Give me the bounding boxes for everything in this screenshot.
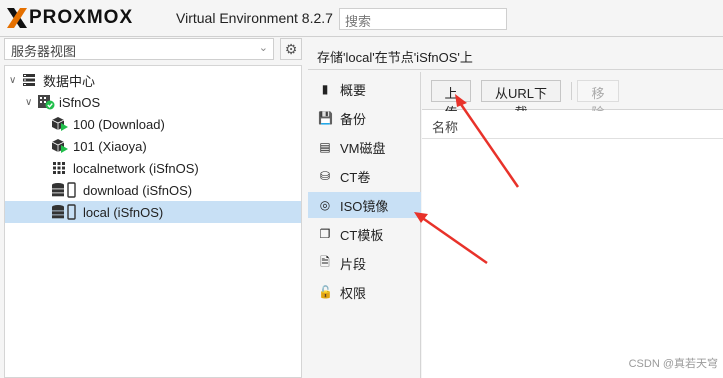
- menu-item-iso-images[interactable]: ◎ ISO镜像: [308, 192, 421, 218]
- network-grid-icon: [51, 160, 67, 176]
- page-title: 存储'local'在节点'iSfnOS'上: [308, 40, 723, 70]
- tree-node-vm-101[interactable]: 101 (Xiaoya): [51, 135, 301, 157]
- ct-volume-icon: ⛁: [319, 169, 331, 183]
- snippet-icon: 🗎: [320, 254, 330, 269]
- proxmox-x-icon: [6, 7, 28, 29]
- collapse-icon[interactable]: ∨: [9, 75, 21, 86]
- proxmox-logo[interactable]: PROXMOX: [6, 7, 133, 29]
- resource-panel: 服务器视图 ⌄ ⚙ ∨ 数据中心 ∨ iSfnOS 100 (Download): [0, 37, 305, 378]
- tree-node-isfnos[interactable]: ∨ iSfnOS: [25, 91, 301, 113]
- tree-node-label: download (iSfnOS): [83, 182, 193, 198]
- iso-content-panel: 上传 从URL下载 移除 名称 CSDN @真若天穹: [422, 72, 723, 378]
- column-header-name[interactable]: 名称: [422, 111, 723, 139]
- gear-icon[interactable]: ⚙: [280, 38, 302, 60]
- watermark-text: CSDN @真若天穹: [628, 358, 718, 370]
- menu-item-ct-volumes[interactable]: ⛁ CT卷: [308, 163, 421, 189]
- disc-icon: ◎: [319, 198, 331, 212]
- tree-node-label: 101 (Xiaoya): [73, 138, 147, 154]
- tree-node-label: iSfnOS: [59, 94, 101, 110]
- template-icon: ❐: [319, 227, 331, 241]
- tree-node-datacenter[interactable]: ∨ 数据中心: [9, 69, 301, 91]
- tree-node-localnetwork[interactable]: localnetwork (iSfnOS): [51, 157, 301, 179]
- toolbar-separator: [571, 82, 572, 100]
- remove-button[interactable]: 移除: [577, 80, 619, 120]
- upload-button[interactable]: 上传: [431, 80, 471, 120]
- resource-tree: ∨ 数据中心 ∨ iSfnOS 100 (Download) 101 (Xiao…: [4, 65, 302, 378]
- menu-item-ct-templates[interactable]: ❐ CT模板: [308, 221, 421, 247]
- product-version: Virtual Environment 8.2.7: [176, 10, 333, 26]
- menu-item-label: CT模板: [340, 227, 384, 243]
- vm-running-icon: [51, 138, 68, 154]
- menu-item-vm-disks[interactable]: ▤ VM磁盘: [308, 134, 421, 160]
- tree-node-label: localnetwork (iSfnOS): [73, 160, 199, 176]
- menu-item-label: ISO镜像: [340, 198, 389, 214]
- chevron-down-icon: ⌄: [258, 42, 268, 54]
- node-online-icon: [37, 94, 55, 110]
- menu-item-snippets[interactable]: 🗎 片段: [308, 250, 421, 276]
- tree-node-label: 100 (Download): [73, 116, 165, 132]
- vm-running-icon: [51, 116, 68, 132]
- menu-item-summary[interactable]: ▮ 概要: [308, 76, 421, 102]
- tree-node-vm-100[interactable]: 100 (Download): [51, 113, 301, 135]
- top-bar: PROXMOX Virtual Environment 8.2.7 搜索: [0, 0, 723, 37]
- menu-item-label: 片段: [340, 256, 367, 272]
- tree-node-storage-download[interactable]: download (iSfnOS): [51, 179, 301, 201]
- menu-item-backup[interactable]: 💾 备份: [308, 105, 421, 131]
- view-selector[interactable]: 服务器视图 ⌄: [4, 38, 274, 60]
- logo-text: PROXMOX: [29, 7, 134, 28]
- view-selector-value: 服务器视图: [11, 44, 77, 59]
- menu-item-label: CT卷: [340, 169, 371, 185]
- unlock-icon: 🔓: [318, 285, 333, 299]
- download-from-url-button[interactable]: 从URL下载: [481, 80, 561, 120]
- datacenter-icon: [21, 72, 37, 88]
- menu-item-permissions[interactable]: 🔓 权限: [308, 279, 421, 305]
- storage-icon: [51, 204, 77, 220]
- tree-node-label: 数据中心: [43, 73, 96, 89]
- tree-node-label: local (iSfnOS): [83, 204, 164, 220]
- book-icon: ▮: [321, 82, 329, 96]
- storage-submenu: ▮ 概要 💾 备份 ▤ VM磁盘 ⛁ CT卷 ◎ ISO镜像 ❐ CT模板 🗎 …: [308, 72, 421, 378]
- search-input[interactable]: 搜索: [339, 8, 507, 30]
- menu-item-label: 概要: [340, 82, 367, 98]
- menu-item-label: VM磁盘: [340, 140, 386, 156]
- tree-node-storage-local[interactable]: local (iSfnOS): [5, 201, 301, 223]
- menu-item-label: 备份: [340, 111, 367, 127]
- hdd-icon: ▤: [319, 140, 331, 154]
- floppy-icon: 💾: [318, 111, 333, 125]
- storage-icon: [51, 182, 77, 198]
- menu-item-label: 权限: [340, 285, 367, 301]
- toolbar: 上传 从URL下载 移除: [422, 72, 723, 120]
- collapse-icon[interactable]: ∨: [25, 97, 37, 108]
